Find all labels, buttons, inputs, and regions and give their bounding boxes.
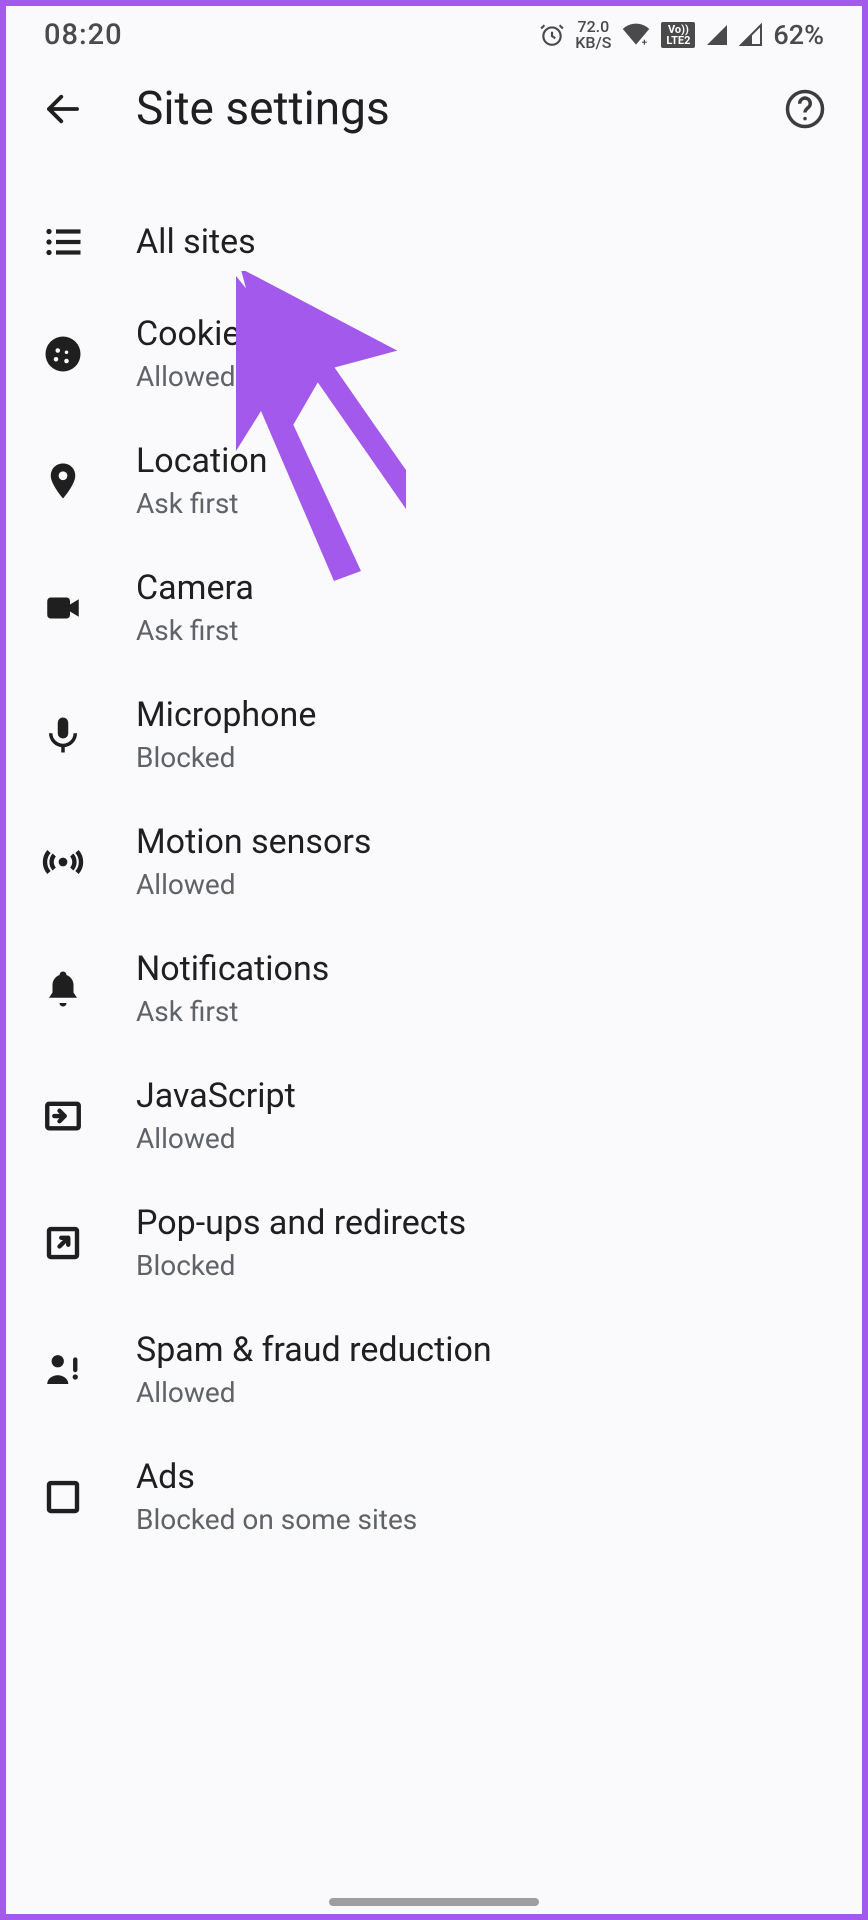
status-icons: 72.0 KB/S Vo))LTE2 62% bbox=[539, 19, 824, 51]
row-label: Pop-ups and redirects bbox=[136, 1203, 466, 1243]
microphone-icon bbox=[38, 710, 88, 760]
phone-frame: 08:20 72.0 KB/S Vo))LTE2 62% bbox=[0, 0, 868, 1920]
camera-icon bbox=[38, 583, 88, 633]
bell-icon bbox=[38, 964, 88, 1014]
alarm-icon bbox=[539, 22, 565, 48]
row-label: Cookies bbox=[136, 314, 258, 354]
row-status: Allowed bbox=[136, 868, 371, 901]
row-status: Allowed bbox=[136, 1376, 492, 1409]
row-status: Allowed bbox=[136, 360, 258, 393]
app-bar: Site settings bbox=[6, 64, 862, 154]
row-notifications[interactable]: Notifications Ask first bbox=[6, 925, 862, 1052]
status-bar: 08:20 72.0 KB/S Vo))LTE2 62% bbox=[6, 6, 862, 64]
row-motion-sensors[interactable]: Motion sensors Allowed bbox=[6, 798, 862, 925]
javascript-icon bbox=[38, 1091, 88, 1141]
motion-icon bbox=[38, 837, 88, 887]
row-status: Allowed bbox=[136, 1122, 296, 1155]
network-speed: 72.0 KB/S bbox=[575, 19, 611, 51]
clock: 08:20 bbox=[44, 18, 123, 52]
row-status: Ask first bbox=[136, 614, 254, 647]
row-status: Blocked bbox=[136, 1249, 466, 1282]
row-label: JavaScript bbox=[136, 1076, 296, 1116]
back-button[interactable] bbox=[38, 84, 88, 134]
row-javascript[interactable]: JavaScript Allowed bbox=[6, 1052, 862, 1179]
row-status: Blocked bbox=[136, 741, 316, 774]
row-camera[interactable]: Camera Ask first bbox=[6, 544, 862, 671]
volte-icon: Vo))LTE2 bbox=[661, 22, 695, 48]
signal-2-icon bbox=[739, 23, 763, 47]
row-microphone[interactable]: Microphone Blocked bbox=[6, 671, 862, 798]
row-label: Motion sensors bbox=[136, 822, 371, 862]
row-all-sites[interactable]: All sites bbox=[6, 194, 862, 290]
help-button[interactable] bbox=[780, 84, 830, 134]
row-status: Blocked on some sites bbox=[136, 1503, 417, 1536]
row-label: Microphone bbox=[136, 695, 316, 735]
row-spam[interactable]: Spam & fraud reduction Allowed bbox=[6, 1306, 862, 1433]
location-icon bbox=[38, 456, 88, 506]
signal-1-icon bbox=[705, 23, 729, 47]
ads-icon bbox=[38, 1472, 88, 1522]
row-label: Ads bbox=[136, 1457, 417, 1497]
row-status: Ask first bbox=[136, 995, 329, 1028]
page-title: Site settings bbox=[136, 82, 732, 136]
row-label: Location bbox=[136, 441, 268, 481]
row-label: Spam & fraud reduction bbox=[136, 1330, 492, 1370]
list-icon bbox=[38, 217, 88, 267]
row-label: Camera bbox=[136, 568, 254, 608]
row-label: All sites bbox=[136, 222, 256, 262]
row-popups[interactable]: Pop-ups and redirects Blocked bbox=[6, 1179, 862, 1306]
cookie-icon bbox=[38, 329, 88, 379]
popup-icon bbox=[38, 1218, 88, 1268]
row-status: Ask first bbox=[136, 487, 268, 520]
wifi-icon bbox=[621, 23, 651, 47]
settings-list: All sites Cookies Allowed Location Ask f… bbox=[6, 154, 862, 1560]
battery-text: 62% bbox=[773, 19, 824, 51]
row-location[interactable]: Location Ask first bbox=[6, 417, 862, 544]
home-indicator bbox=[329, 1898, 539, 1906]
spam-icon bbox=[38, 1345, 88, 1395]
row-cookies[interactable]: Cookies Allowed bbox=[6, 290, 862, 417]
row-label: Notifications bbox=[136, 949, 329, 989]
row-ads[interactable]: Ads Blocked on some sites bbox=[6, 1433, 862, 1560]
